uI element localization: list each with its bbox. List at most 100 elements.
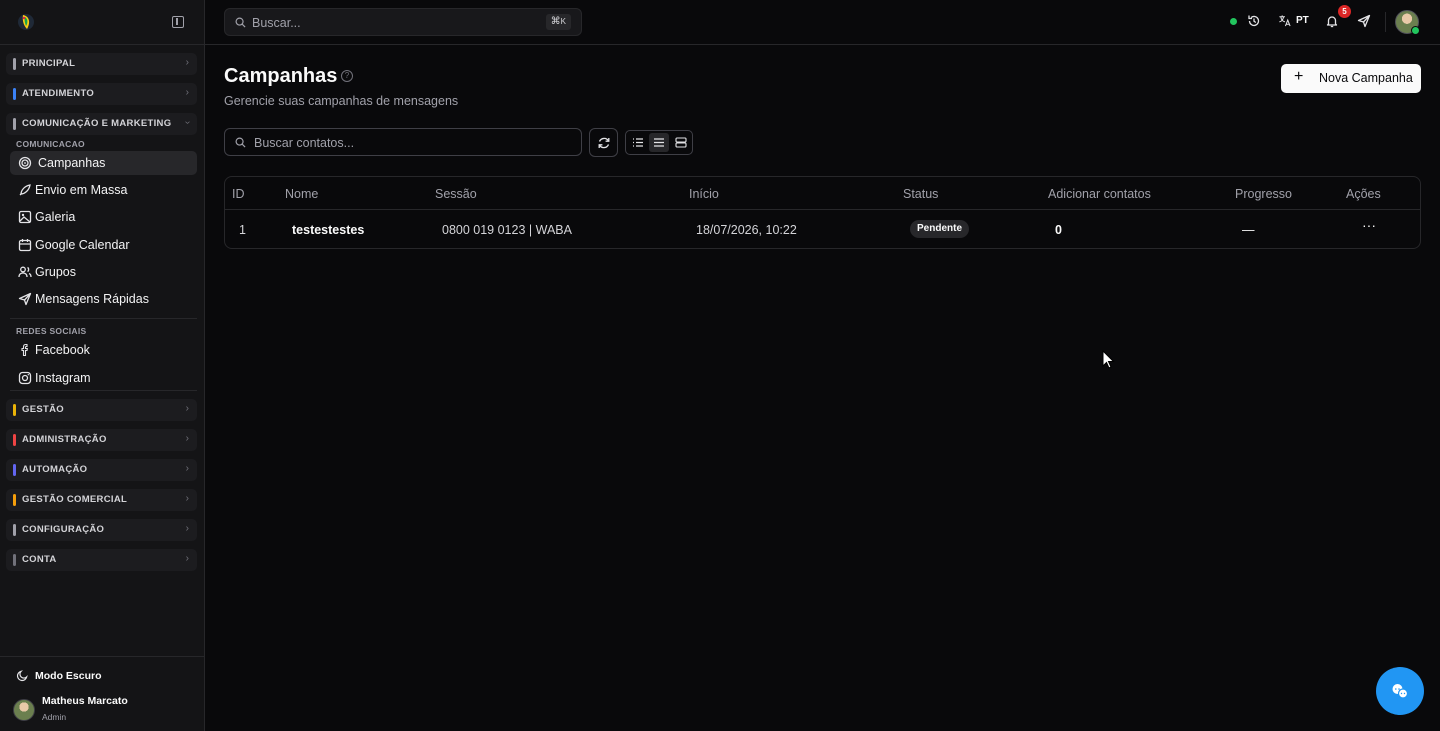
user-name: Matheus Marcato [42,695,128,707]
chevron-right-icon: › [185,463,189,474]
column-header-adicionar-contatos[interactable]: Adicionar contatos [1048,187,1151,201]
page-title: Campanhas [224,65,338,87]
group-title-redes-sociais: REDES SOCIAIS [16,326,87,336]
column-header-inicio[interactable]: Início [689,187,719,201]
bell-icon[interactable] [1325,14,1339,28]
image-icon [18,210,32,224]
cell-name: testestestes [292,223,365,237]
row-actions-more-icon[interactable]: ··· [1360,218,1378,238]
section-gestao[interactable]: GESTÃO › [6,399,197,421]
section-principal[interactable]: PRINCIPAL › [6,53,197,75]
section-color-bar [13,464,16,476]
plus-icon: + [1294,68,1304,85]
dark-mode-toggle[interactable]: Modo Escuro [16,669,102,685]
list-icon [633,138,643,147]
nav-item-google-calendar[interactable]: Google Calendar [10,233,197,257]
refresh-icon [598,137,610,149]
avatar[interactable] [13,699,35,721]
column-header-nome[interactable]: Nome [285,187,318,201]
history-icon[interactable] [1247,14,1261,28]
mouse-cursor-icon [1102,350,1115,369]
sidebar-divider [10,390,197,391]
section-gestao-comercial[interactable]: GESTÃO COMERCIAL › [6,489,197,511]
nav-item-label: Envio em Massa [35,183,128,197]
nav-item-instagram[interactable]: Instagram [10,366,197,390]
view-list-button[interactable] [649,133,669,152]
section-color-bar [13,434,16,446]
section-label: GESTÃO [22,404,64,415]
section-label: CONTA [22,554,57,565]
section-color-bar [13,118,16,130]
chat-icon [1392,684,1409,699]
section-color-bar [13,88,16,100]
chevron-right-icon: › [185,403,189,414]
moon-icon [16,670,28,682]
section-label: PRINCIPAL [22,58,76,69]
section-color-bar [13,494,16,506]
section-comunicacao-marketing[interactable]: COMUNICAÇÃO E MARKETING › [6,113,197,135]
nav-item-label: Instagram [35,371,91,385]
help-icon[interactable]: ? [341,70,353,82]
nav-item-grupos[interactable]: Grupos [10,260,197,284]
column-header-acoes: Ações [1346,187,1381,201]
chat-support-button[interactable] [1376,667,1424,715]
refresh-button[interactable] [589,128,618,157]
section-atendimento[interactable]: ATENDIMENTO › [6,83,197,105]
column-header-status[interactable]: Status [903,187,938,201]
new-campaign-button[interactable]: + Nova Campanha [1281,64,1421,93]
nav-item-label: Grupos [35,265,76,279]
menu-lines-icon [654,138,664,147]
nav-item-mensagens-rapidas[interactable]: Mensagens Rápidas [10,287,197,311]
nav-item-label: Mensagens Rápidas [35,292,149,306]
avatar[interactable] [1395,10,1420,35]
section-automacao[interactable]: AUTOMAÇÃO › [6,459,197,481]
keyboard-shortcut: ⌘K [545,14,571,30]
page-subtitle: Gerencie suas campanhas de mensagens [224,94,459,108]
calendar-icon [18,239,32,252]
command-key: ⌘ [550,16,561,27]
cell-contacts[interactable]: 0 [1055,223,1062,237]
section-color-bar [13,524,16,536]
new-campaign-label: Nova Campanha [1319,71,1413,85]
search-placeholder: Buscar... [252,16,301,30]
chevron-right-icon: › [185,57,189,68]
view-list-compact-button[interactable] [628,133,648,152]
nav-item-label: Facebook [35,343,90,357]
chevron-right-icon: › [185,433,189,444]
section-configuracao[interactable]: CONFIGURAÇÃO › [6,519,197,541]
sidebar-collapse-icon[interactable] [172,16,184,28]
cell-session: 0800 019 0123 | WABA [442,223,572,237]
view-mode-toggle [625,130,693,155]
group-title-comunicacao: COMUNICACAO [16,139,85,149]
contact-search-input[interactable]: Buscar contatos... [224,128,582,156]
search-icon [235,17,246,28]
section-label: AUTOMAÇÃO [22,464,88,475]
global-search-input[interactable]: Buscar... ⌘K [224,8,582,36]
nav-item-facebook[interactable]: Facebook [10,338,197,362]
language-code: PT [1296,15,1309,26]
nav-item-campanhas[interactable]: Campanhas [10,151,197,175]
column-header-progresso[interactable]: Progresso [1235,187,1292,201]
nav-item-envio-em-massa[interactable]: Envio em Massa [10,178,197,202]
section-label: ATENDIMENTO [22,88,95,99]
nav-item-galeria[interactable]: Galeria [10,205,197,229]
chevron-right-icon: › [185,553,189,564]
sidebar-divider [10,318,197,319]
section-label: GESTÃO COMERCIAL [22,494,128,505]
user-role: Admin [42,712,67,722]
sidebar-footer: Modo Escuro Matheus Marcato Admin [0,656,205,731]
search-icon [235,137,246,148]
section-conta[interactable]: CONTA › [6,549,197,571]
send-icon[interactable] [1357,14,1371,28]
dark-mode-label: Modo Escuro [35,670,102,682]
users-icon [18,266,32,278]
cell-progress: — [1242,223,1255,237]
sidebar: PRINCIPAL › ATENDIMENTO › COMUNICAÇÃO E … [0,0,205,731]
column-header-id[interactable]: ID [232,187,245,201]
app-logo[interactable] [16,12,36,32]
language-selector[interactable]: PT [1278,14,1309,27]
column-header-sessao[interactable]: Sessão [435,187,477,201]
section-administracao[interactable]: ADMINISTRAÇÃO › [6,429,197,451]
view-rows-button[interactable] [671,133,691,152]
chevron-right-icon: › [185,493,189,504]
